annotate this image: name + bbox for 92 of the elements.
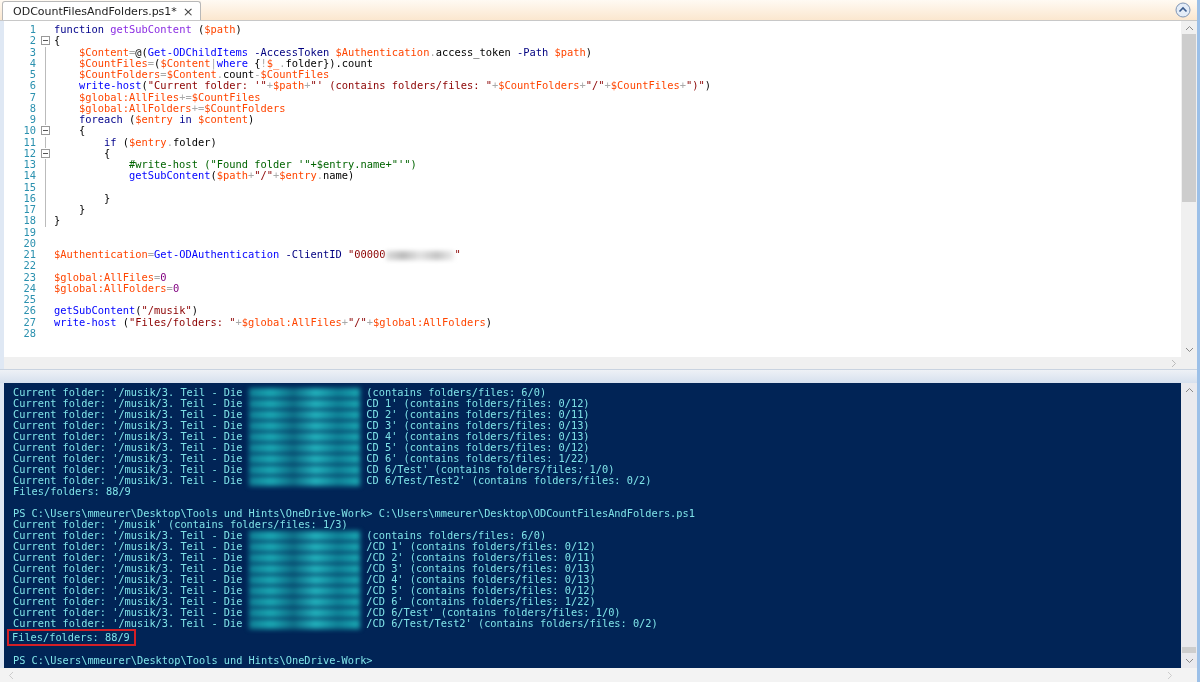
scrollbar-thumb[interactable] <box>1182 647 1196 653</box>
code-line: function getSubContent ($path) <box>54 24 242 36</box>
line-number: 17 <box>22 204 36 216</box>
code-line: write-host("Current folder: '"+$path+"' (contains folders/files: "+$CountFolders+"/"+$CountFiles+")") <box>78 80 711 92</box>
line-number: 23 <box>22 271 36 283</box>
line-number: 11 <box>22 136 36 148</box>
line-number: 16 <box>22 192 36 204</box>
line-number: 28 <box>22 327 36 339</box>
scrollbar[interactable] <box>1181 383 1197 668</box>
line-number: 9 <box>28 114 36 126</box>
file-tab[interactable]: ODCountFilesAndFolders.ps1* × <box>2 1 201 20</box>
chevron-up-icon[interactable] <box>1184 25 1194 31</box>
console-line: Current folder: '/musik/3. Teil - Die CD 6' (contains folders/files: 1/22) <box>12 452 591 465</box>
line-number: 5 <box>28 69 36 81</box>
code-line: #write-host ("Found folder '"+$entry.name+"'") <box>128 159 417 171</box>
code-line: { <box>54 35 61 47</box>
console-line: Current folder: '/musik' (contains folders/files: 1/3) <box>12 518 349 531</box>
line-number: 12 <box>22 147 36 159</box>
chevron-right-icon[interactable] <box>1171 358 1177 368</box>
scrollbar[interactable] <box>0 668 1197 682</box>
line-number: 8 <box>28 102 36 114</box>
line-number: 1 <box>28 24 36 36</box>
chevron-down-icon[interactable] <box>1184 658 1194 664</box>
code-line: { <box>103 147 111 159</box>
line-number: 15 <box>22 181 36 193</box>
line-number: 21 <box>22 249 36 261</box>
code-line: $global:AllFiles+=$CountFiles <box>78 91 261 103</box>
console-line: Current folder: '/musik/3. Teil - Die /CD 5' (contains folders/files: 0/12) <box>12 584 597 597</box>
console-line: Current folder: '/musik/3. Teil - Die CD 3' (contains folders/files: 0/13) <box>12 419 591 432</box>
line-number: 10 <box>22 125 36 137</box>
console-line: Current folder: '/musik/3. Teil - Die /CD 6/Test/Test2' (contains folders/files: 0/2) <box>12 617 659 630</box>
chevron-down-icon[interactable] <box>1184 347 1194 353</box>
scrollbar[interactable] <box>4 357 1197 369</box>
console-line: Current folder: '/musik/3. Teil - Die /CD 4' (contains folders/files: 0/13) <box>12 573 597 586</box>
console-line: Current folder: '/musik/3. Teil - Die /CD 2' (contains folders/files: 0/11) <box>12 551 597 564</box>
code-line: $CountFiles=($Content|where {!$_.folder}).count <box>78 57 374 69</box>
line-number: 6 <box>28 80 36 92</box>
code-line: $Authentication=Get-ODAuthentication -ClientID "00000 " <box>54 249 461 261</box>
line-number: 26 <box>22 305 36 317</box>
line-number: 14 <box>22 170 36 182</box>
console-line: Current folder: '/musik/3. Teil - Die CD 6/Test/Test2' (contains folders/files: 0/2) <box>12 474 653 487</box>
line-number: 27 <box>22 316 36 328</box>
line-number: 4 <box>28 57 36 69</box>
code-line: { <box>78 125 86 137</box>
code-line: } <box>78 204 86 216</box>
console-line: PS C:\Users\mmeurer\Desktop\Tools und Hints\OneDrive-Work> <box>12 654 374 667</box>
console-line: Current folder: '/musik/3. Teil - Die /CD 3' (contains folders/files: 0/13) <box>12 562 597 575</box>
console-line: Current folder: '/musik/3. Teil - Die CD 5' (contains folders/files: 0/12) <box>12 441 591 454</box>
console-line: Current folder: '/musik/3. Teil - Die CD 1' (contains folders/files: 0/12) <box>12 397 591 410</box>
code-line: $global:AllFolders=0 <box>54 282 180 294</box>
console-line: Files/folders: 88/9 <box>12 485 132 498</box>
close-icon[interactable]: × <box>182 3 194 19</box>
line-number: 7 <box>28 91 36 103</box>
code-line: foreach ($entry in $content) <box>78 114 255 126</box>
line-number: 3 <box>28 46 36 58</box>
pane-splitter[interactable] <box>0 369 1197 383</box>
code-line: write-host ("Files/folders: "+$global:AllFiles+"/"+$global:AllFolders) <box>54 316 492 328</box>
chevron-right-icon[interactable] <box>1167 670 1173 680</box>
console-line: Current folder: '/musik/3. Teil - Die (contains folders/files: 6/0) <box>12 386 548 399</box>
chevron-left-icon[interactable] <box>8 670 14 680</box>
line-number: 19 <box>22 226 36 238</box>
line-number: 25 <box>22 294 36 306</box>
line-number: 13 <box>22 159 36 171</box>
line-number: 24 <box>22 282 36 294</box>
code-line: $Content=@(Get-ODChildItems -AccessToken $Authentication.access_token -Path $path) <box>78 46 593 58</box>
chevron-up-icon[interactable] <box>1175 2 1191 18</box>
console-line: Current folder: '/musik/3. Teil - Die CD 4' (contains folders/files: 0/13) <box>12 430 591 443</box>
console-line: Current folder: '/musik/3. Teil - Die CD 6/Test' (contains folders/files: 1/0) <box>12 463 616 476</box>
code-line: } <box>54 215 61 227</box>
console-line: PS C:\Users\mmeurer\Desktop\Tools und Hints\OneDrive-Work> C:\Users\mmeurer\Desktop\ODCountFilesAndFolders.ps1 <box>12 507 696 520</box>
console-line: Current folder: '/musik/3. Teil - Die /CD 6' (contains folders/files: 1/22) <box>12 595 597 608</box>
console-line: Current folder: '/musik/3. Teil - Die /CD 1' (contains folders/files: 0/12) <box>12 540 597 553</box>
code-line: if ($entry.folder) <box>103 136 217 148</box>
code-line: getSubContent($path+"/"+$entry.name) <box>128 170 355 182</box>
chevron-up-icon[interactable] <box>1184 387 1194 393</box>
line-number: 2 <box>28 35 36 47</box>
line-number: 18 <box>22 215 36 227</box>
line-number: 20 <box>22 237 36 249</box>
console-line: Current folder: '/musik/3. Teil - Die /CD 6/Test' (contains folders/files: 1/0) <box>12 606 622 619</box>
scrollbar[interactable] <box>1181 21 1197 357</box>
code-line: getSubContent("/musik") <box>54 305 198 317</box>
code-line: $global:AllFolders+=$CountFolders <box>78 102 286 114</box>
collapse-icon[interactable] <box>40 36 50 46</box>
console-line: Current folder: '/musik/3. Teil - Die CD 2' (contains folders/files: 0/11) <box>12 408 591 421</box>
collapse-icon[interactable] <box>40 126 50 136</box>
code-line: $global:AllFiles=0 <box>54 271 167 283</box>
code-line: } <box>103 192 111 204</box>
scrollbar-thumb[interactable] <box>1182 34 1196 202</box>
console-line: Current folder: '/musik/3. Teil - Die (contains folders/files: 6/0) <box>12 529 548 542</box>
line-number: 22 <box>22 260 36 272</box>
collapse-icon[interactable] <box>40 148 50 158</box>
code-line: $CountFolders=$Content.count-$CountFiles <box>78 69 330 81</box>
